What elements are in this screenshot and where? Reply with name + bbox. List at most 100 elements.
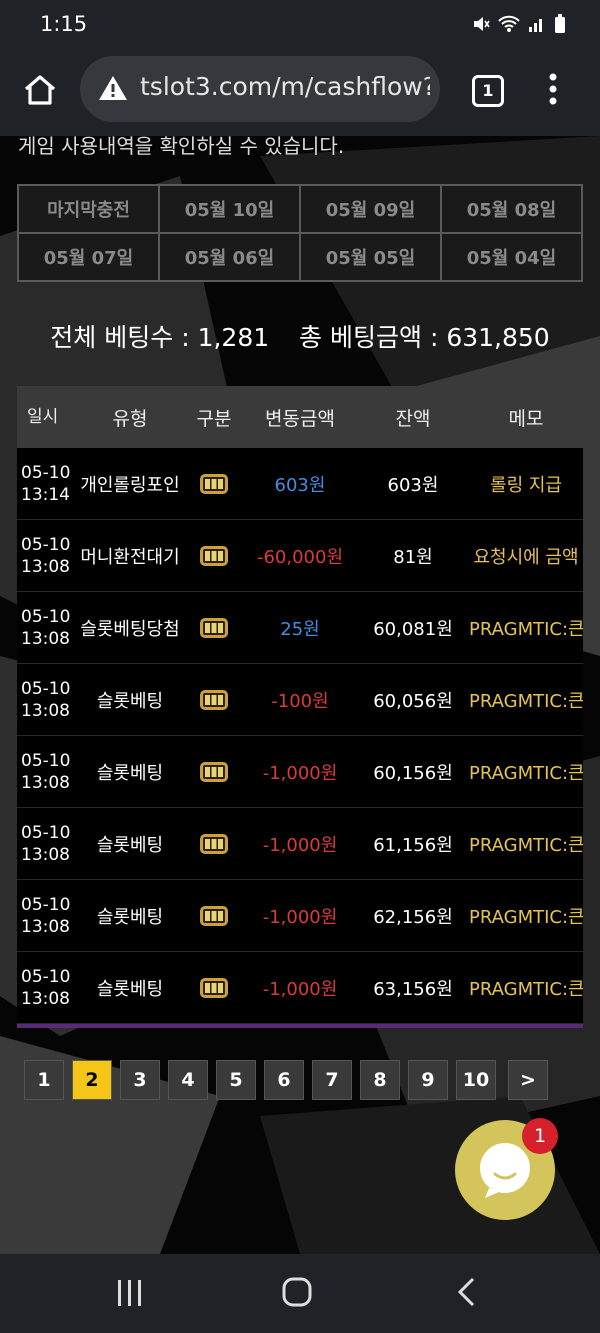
row-time: 13:08	[21, 844, 70, 865]
row-date: 05-10	[21, 750, 71, 771]
intro-text: 게임 사용내역을 확인하실 수 있습니다.	[18, 136, 345, 158]
table-row: 05-10 13:08 슬롯베팅 -1,000원 61,156원 PRAGMTIC:큰	[17, 808, 583, 880]
slot-machine-icon	[200, 617, 228, 638]
row-type: 슬롯베팅	[96, 978, 164, 1000]
date-tab-0507[interactable]: 05월 07일	[17, 232, 160, 282]
row-date: 05-10	[21, 678, 71, 699]
row-datetime: 05-10 13:08	[17, 534, 75, 578]
row-time: 13:08	[21, 700, 70, 721]
next-page-button[interactable]: >	[508, 1060, 548, 1100]
row-balance: 61,156원	[373, 834, 453, 856]
row-balance: 60,056원	[373, 690, 453, 712]
status-time: 1:15	[40, 12, 88, 36]
row-type: 슬롯베팅	[96, 906, 164, 928]
url-text[interactable]: tslot3.com/m/cashflow?	[140, 72, 430, 101]
page-button-3[interactable]: 3	[120, 1060, 160, 1100]
row-memo: PRAGMTIC:큰	[469, 618, 583, 640]
back-icon[interactable]	[455, 1276, 477, 1308]
table-header: 일시 유형 구분 변동금액 잔액 메모	[17, 386, 583, 448]
date-tab-0510[interactable]: 05월 10일	[158, 184, 301, 234]
row-datetime: 05-10 13:08	[17, 966, 75, 1010]
header-memo: 메모	[508, 407, 544, 430]
row-time: 13:08	[21, 628, 70, 649]
page-button-2[interactable]: 2	[72, 1060, 112, 1100]
recent-apps-icon[interactable]	[115, 1278, 145, 1308]
header-amount: 변동금액	[265, 407, 335, 430]
home-icon[interactable]	[22, 72, 58, 108]
page-content: 게임 사용내역을 확인하실 수 있습니다. 마지막충전 05월 10일 05월 …	[0, 136, 600, 1254]
slot-machine-icon	[200, 689, 228, 710]
slot-machine-icon	[200, 833, 228, 854]
header-datetime: 일시	[27, 407, 59, 427]
row-amount: 25원	[280, 618, 320, 640]
slot-machine-icon	[200, 905, 228, 926]
row-category	[185, 543, 243, 569]
page-button-7[interactable]: 7	[312, 1060, 352, 1100]
page-button-10[interactable]: 10	[456, 1060, 496, 1100]
bet-count-label: 전체 베팅수 :	[50, 323, 198, 352]
row-amount: -1,000원	[262, 834, 338, 856]
row-type: 슬롯베팅	[96, 690, 164, 712]
slot-machine-icon	[200, 761, 228, 782]
page-button-9[interactable]: 9	[408, 1060, 448, 1100]
row-type: 슬롯베팅	[96, 834, 164, 856]
bet-summary: 전체 베팅수 : 1,281 총 베팅금액 : 631,850	[0, 318, 600, 354]
wifi-icon	[498, 15, 520, 32]
date-tab-0504[interactable]: 05월 04일	[440, 232, 583, 282]
page-button-8[interactable]: 8	[360, 1060, 400, 1100]
table-row: 05-10 13:08 슬롯베팅 -100원 60,056원 PRAGMTIC:큰	[17, 664, 583, 736]
nav-home-icon[interactable]	[281, 1276, 313, 1308]
row-balance: 603원	[387, 474, 439, 496]
date-tab-0509[interactable]: 05월 09일	[299, 184, 442, 234]
row-datetime: 05-10 13:08	[17, 750, 75, 794]
bet-count-value: 1,281	[197, 323, 270, 352]
status-icons	[472, 14, 566, 34]
row-category	[185, 975, 243, 1001]
row-amount: -1,000원	[262, 906, 338, 928]
row-balance: 62,156원	[373, 906, 453, 928]
row-category	[185, 687, 243, 713]
date-tab-0506[interactable]: 05월 06일	[158, 232, 301, 282]
bet-amount-value: 631,850	[446, 323, 550, 352]
row-time: 13:08	[21, 916, 70, 937]
row-memo: 롤링 지급	[490, 474, 562, 496]
row-datetime: 05-10 13:14	[17, 462, 75, 506]
tab-switcher-button[interactable]: 1	[472, 75, 504, 107]
row-type: 슬롯베팅	[96, 762, 164, 784]
more-menu-icon[interactable]	[548, 72, 558, 106]
mute-icon	[474, 17, 490, 31]
row-memo: 요청시에 금액	[473, 546, 579, 568]
row-category	[185, 759, 243, 785]
row-category	[185, 903, 243, 929]
row-memo: PRAGMTIC:큰	[469, 762, 583, 784]
status-bar: 1:15	[0, 0, 600, 50]
row-datetime: 05-10 13:08	[17, 678, 75, 722]
table-row: 05-10 13:08 머니환전대기 -60,000원 81원 요청시에 금액	[17, 520, 583, 592]
date-tab-0505[interactable]: 05월 05일	[299, 232, 442, 282]
row-memo: PRAGMTIC:큰	[469, 834, 583, 856]
row-type: 머니환전대기	[80, 546, 180, 568]
date-tab-last-charge[interactable]: 마지막충전	[17, 184, 160, 234]
page-button-4[interactable]: 4	[168, 1060, 208, 1100]
row-memo: PRAGMTIC:큰	[469, 690, 583, 712]
page-button-5[interactable]: 5	[216, 1060, 256, 1100]
row-type: 개인롤링포인	[80, 474, 180, 496]
row-category	[185, 615, 243, 641]
header-type: 유형	[112, 407, 148, 430]
system-nav-bar	[0, 1254, 600, 1333]
page-button-1[interactable]: 1	[24, 1060, 64, 1100]
row-datetime: 05-10 13:08	[17, 822, 75, 866]
date-tab-0508[interactable]: 05월 08일	[440, 184, 583, 234]
address-bar[interactable]: tslot3.com/m/cashflow?	[80, 56, 440, 122]
slot-machine-icon	[200, 473, 228, 494]
row-date: 05-10	[21, 534, 71, 555]
page-button-6[interactable]: 6	[264, 1060, 304, 1100]
row-date: 05-10	[21, 966, 71, 987]
row-time: 13:08	[21, 772, 70, 793]
header-category: 구분	[196, 407, 232, 430]
row-datetime: 05-10 13:08	[17, 894, 75, 938]
row-memo: PRAGMTIC:큰	[469, 978, 583, 1000]
table-row: 05-10 13:08 슬롯베팅 -1,000원 63,156원 PRAGMTIC:큰	[17, 952, 583, 1024]
row-time: 13:08	[21, 556, 70, 577]
warning-icon[interactable]	[98, 74, 128, 102]
